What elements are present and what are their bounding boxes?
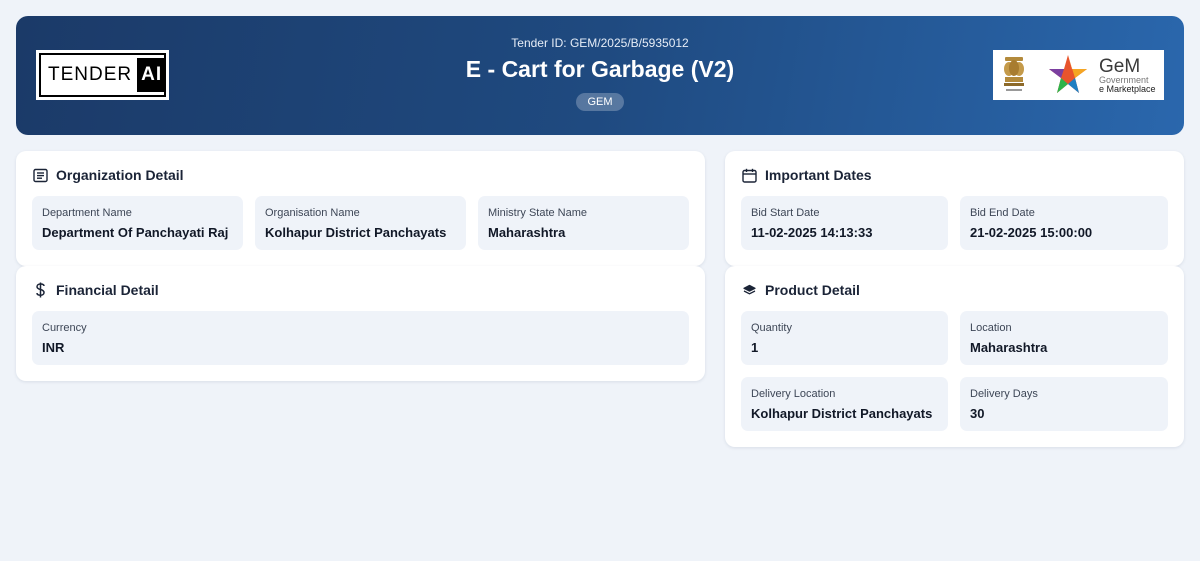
financial-detail-card: Financial Detail Currency INR: [16, 266, 705, 381]
location-field: Location Maharashtra: [960, 311, 1168, 365]
document-list-icon: [32, 167, 48, 183]
delivery-location-field: Delivery Location Kolhapur District Panc…: [741, 377, 948, 431]
field-label: Department Name: [42, 207, 132, 219]
gem-line-marketplace: e Marketplace: [1099, 83, 1156, 94]
department-name-field: Department Name Department Of Panchayati…: [32, 196, 243, 250]
field-value: Maharashtra: [970, 340, 1048, 355]
product-detail-heading: Product Detail: [741, 282, 860, 298]
field-label: Delivery Days: [970, 388, 1038, 400]
field-label: Bid Start Date: [751, 207, 820, 219]
bid-end-date-field: Bid End Date 21-02-2025 15:00:00: [960, 196, 1168, 250]
field-label: Ministry State Name: [488, 207, 588, 219]
product-detail-card: Product Detail Quantity 1 Location Mahar…: [725, 266, 1184, 447]
field-label: Bid End Date: [970, 207, 1035, 219]
field-value: 11-02-2025 14:13:33: [751, 225, 873, 240]
field-label: Location: [970, 322, 1012, 334]
field-label: Organisation Name: [265, 207, 360, 219]
currency-field: Currency INR: [32, 311, 689, 365]
organization-detail-heading: Organization Detail: [32, 167, 184, 183]
field-value: Kolhapur District Panchayats: [751, 406, 933, 421]
gem-logo[interactable]: GeM Government e Marketplace: [993, 50, 1164, 100]
important-dates-heading: Important Dates: [741, 167, 872, 183]
field-label: Quantity: [751, 322, 792, 334]
source-badge: GEM: [576, 93, 624, 111]
financial-detail-title: Financial Detail: [56, 282, 159, 298]
quantity-field: Quantity 1: [741, 311, 948, 365]
gem-name: GeM: [1099, 55, 1141, 77]
gem-star-icon: [1047, 53, 1089, 97]
dollar-icon: [32, 282, 48, 298]
important-dates-card: Important Dates Bid Start Date 11-02-202…: [725, 151, 1184, 266]
field-value: 1: [751, 340, 759, 355]
product-detail-title: Product Detail: [765, 282, 860, 298]
calendar-icon: [741, 167, 757, 183]
field-value: 21-02-2025 15:00:00: [970, 225, 1093, 240]
ministry-state-name-field: Ministry State Name Maharashtra: [478, 196, 689, 250]
tender-header: TENDER AI Tender ID: GEM/2025/B/5935012 …: [16, 16, 1184, 135]
gem-wordmark: GeM Government e Marketplace: [1099, 57, 1156, 94]
field-value: INR: [42, 340, 65, 355]
organization-detail-title: Organization Detail: [56, 167, 184, 183]
field-value: Kolhapur District Panchayats: [265, 225, 447, 240]
field-label: Currency: [42, 322, 87, 334]
important-dates-title: Important Dates: [765, 167, 872, 183]
financial-detail-heading: Financial Detail: [32, 282, 159, 298]
tender-id: Tender ID: GEM/2025/B/5935012: [511, 36, 689, 50]
field-value: Maharashtra: [488, 225, 566, 240]
organization-detail-card: Organization Detail Department Name Depa…: [16, 151, 705, 266]
field-value: 30: [970, 406, 985, 421]
organisation-name-field: Organisation Name Kolhapur District Panc…: [255, 196, 466, 250]
bid-start-date-field: Bid Start Date 11-02-2025 14:13:33: [741, 196, 948, 250]
field-label: Delivery Location: [751, 388, 836, 400]
layers-icon: [741, 282, 757, 298]
field-value: Department Of Panchayati Raj: [42, 225, 229, 240]
national-emblem-icon: [999, 53, 1029, 97]
delivery-days-field: Delivery Days 30: [960, 377, 1168, 431]
